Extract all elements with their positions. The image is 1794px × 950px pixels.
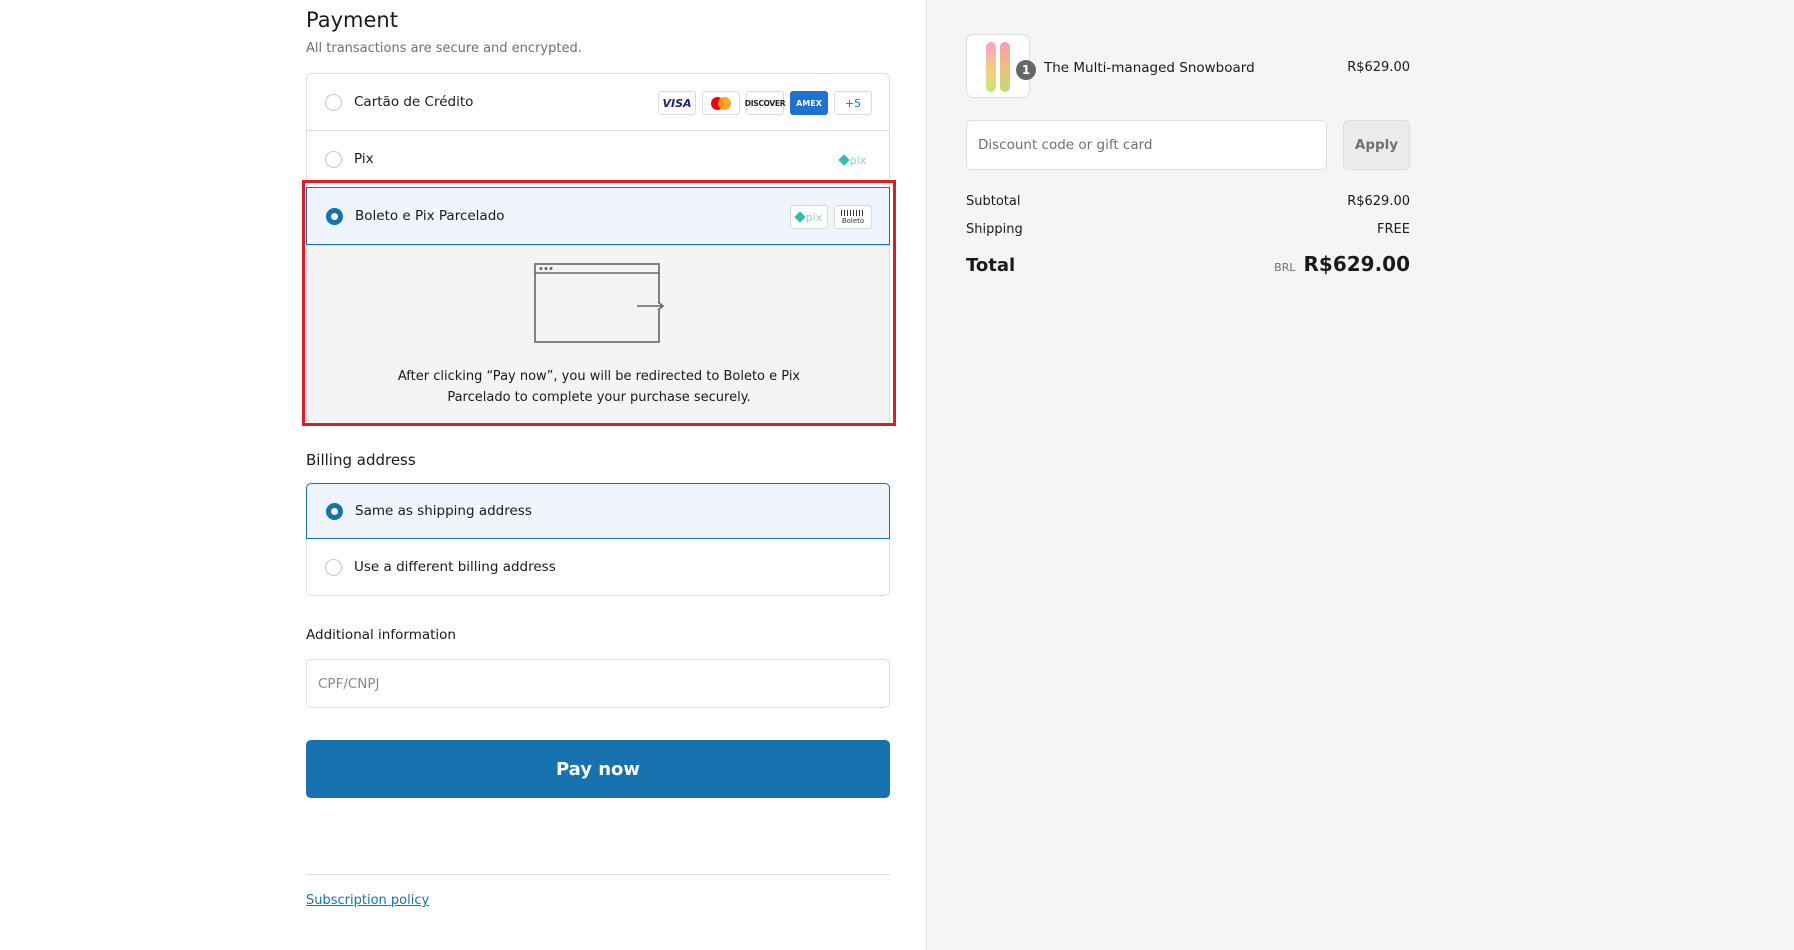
mastercard-icon [702,91,740,115]
currency-code: BRL [1274,261,1296,274]
total-row: Total BRL R$629.00 [966,252,1410,276]
billing-same-as-shipping[interactable]: Same as shipping address [306,483,890,539]
subtotal-row: Subtotal R$629.00 [966,194,1410,209]
boleto-logos: pix Boleto [790,205,872,229]
total-value: R$629.00 [1303,252,1411,276]
shipping-value: FREE [1377,222,1410,237]
billing-address-options: Same as shipping address Use a different… [306,483,890,596]
amex-icon: AMEX [790,91,828,115]
billing-option-label: Same as shipping address [355,503,532,519]
radio-same-as-shipping[interactable] [326,502,343,520]
payment-subtitle: All transactions are secure and encrypte… [306,41,582,56]
redirect-info-panel: After clicking “Pay now”, you will be re… [307,245,889,425]
cpf-cnpj-input[interactable] [306,659,890,708]
discount-code-input[interactable] [966,120,1327,170]
discover-icon: DISCOVER [745,91,786,115]
footer-divider [306,874,890,875]
payment-methods: Cartão de Crédito VISA DISCOVER AMEX +5 … [306,73,890,426]
snowboard-image [1000,42,1010,92]
billing-different-address[interactable]: Use a different billing address [307,539,889,595]
product-name: The Multi-managed Snowboard [1044,60,1255,76]
radio-credit-card[interactable] [325,93,342,111]
quantity-badge: 1 [1015,59,1037,81]
product-price: R$629.00 [1347,60,1410,75]
redirect-message: After clicking “Pay now”, you will be re… [397,369,801,405]
billing-address-title: Billing address [306,451,416,469]
more-cards-badge: +5 [834,91,872,115]
payment-method-label: Cartão de Crédito [354,94,474,110]
radio-different-address[interactable] [325,558,342,576]
visa-icon: VISA [658,91,696,115]
total-amount: BRL R$629.00 [1274,252,1410,276]
subtotal-value: R$629.00 [1347,194,1410,209]
billing-option-label: Use a different billing address [354,559,556,575]
subscription-policy-link[interactable]: Subscription policy [306,893,429,908]
payment-method-pix[interactable]: Pix pix [307,131,889,188]
apply-discount-button[interactable]: Apply [1343,120,1410,170]
browser-redirect-icon [534,263,665,343]
card-logos: VISA DISCOVER AMEX +5 [658,91,872,115]
radio-pix[interactable] [325,150,342,168]
pay-now-button[interactable]: Pay now [306,740,890,798]
boleto-barcode-icon: Boleto [834,205,872,229]
product-thumbnail: 1 [966,34,1037,98]
payment-method-credit-card[interactable]: Cartão de Crédito VISA DISCOVER AMEX +5 [307,74,889,131]
additional-information-title: Additional information [306,627,456,643]
payment-method-label: Pix [354,151,374,167]
pix-logos: pix [834,148,872,172]
subtotal-label: Subtotal [966,194,1021,209]
pix-icon: pix [834,148,872,172]
shipping-label: Shipping [966,222,1023,237]
payment-method-boleto-pix-parcelado[interactable]: Boleto e Pix Parcelado pix Boleto [306,187,890,245]
payment-method-label: Boleto e Pix Parcelado [355,208,505,224]
radio-boleto-pix-parcelado[interactable] [326,207,343,225]
pix-icon: pix [790,205,828,229]
payment-title: Payment [306,8,398,32]
shipping-row: Shipping FREE [966,222,1410,237]
snowboard-image [986,42,996,92]
total-label: Total [966,255,1016,276]
